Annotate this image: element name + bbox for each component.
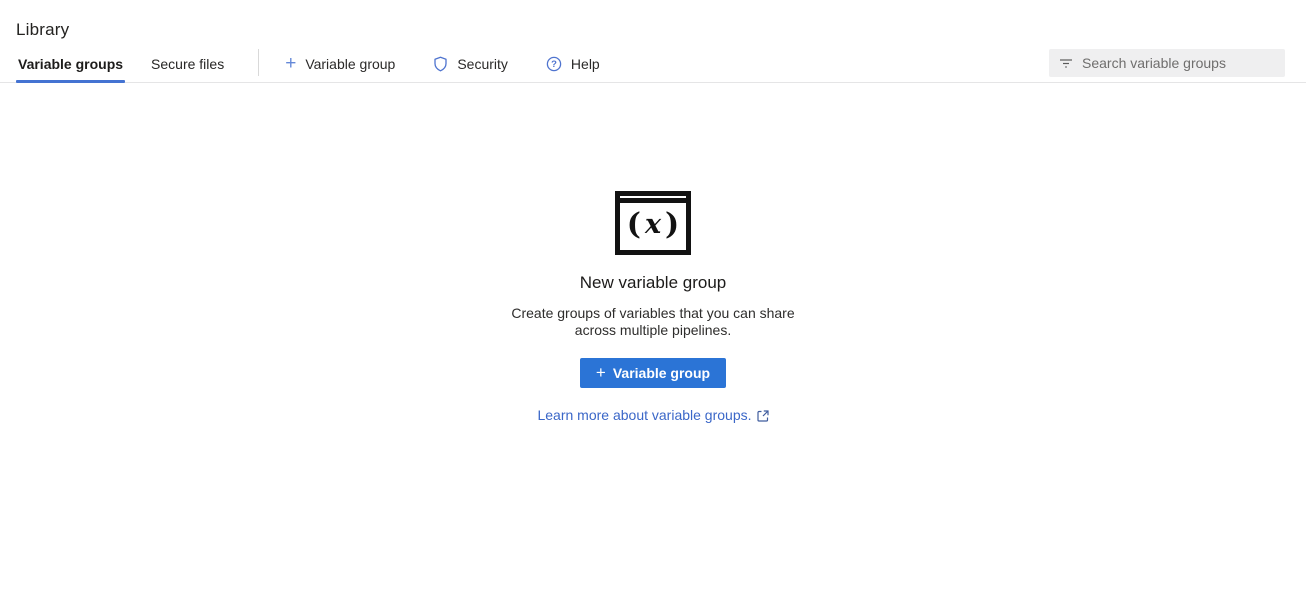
svg-text:?: ? <box>551 59 557 70</box>
variable-group-button-label: Variable group <box>613 365 710 381</box>
plus-icon: + <box>285 54 296 73</box>
plus-icon: + <box>596 364 606 381</box>
variable-group-window-icon: ( x ) <box>615 191 691 255</box>
empty-state-title: New variable group <box>580 273 726 293</box>
new-variable-group-command-label: Variable group <box>305 56 395 72</box>
empty-state-description: Create groups of variables that you can … <box>511 305 794 339</box>
search-box[interactable] <box>1049 49 1285 77</box>
tab-variable-groups[interactable]: Variable groups <box>16 46 125 82</box>
toolbar-divider <box>258 49 259 76</box>
tab-secure-files[interactable]: Secure files <box>149 46 226 82</box>
security-command-label: Security <box>457 56 508 72</box>
shield-icon <box>433 56 448 72</box>
empty-state: ( x ) New variable group Create groups o… <box>493 191 813 423</box>
page-title: Library <box>16 20 1290 40</box>
help-command-label: Help <box>571 56 600 72</box>
main-content: ( x ) New variable group Create groups o… <box>0 83 1306 423</box>
new-variable-group-command[interactable]: + Variable group <box>273 46 407 82</box>
learn-more-link[interactable]: Learn more about variable groups. <box>537 407 751 423</box>
tab-command-bar: Variable groups Secure files + Variable … <box>0 46 1306 83</box>
tab-list: Variable groups Secure files <box>16 46 250 82</box>
external-link-icon <box>757 410 769 422</box>
help-command[interactable]: ? Help <box>534 46 612 82</box>
window-icon-content: ( x ) <box>620 203 686 250</box>
tab-variable-groups-label: Variable groups <box>18 56 123 72</box>
tab-secure-files-label: Secure files <box>151 56 224 72</box>
help-icon: ? <box>546 56 562 72</box>
filter-icon <box>1059 57 1073 69</box>
page-header: Library <box>0 0 1306 46</box>
library-page: Library Variable groups Secure files + V… <box>0 0 1306 601</box>
variable-group-button[interactable]: + Variable group <box>580 358 726 388</box>
learn-more-row: Learn more about variable groups. <box>537 407 768 423</box>
window-icon-titlebar <box>620 196 686 203</box>
security-command[interactable]: Security <box>421 46 520 82</box>
command-toolbar: + Variable group Security ? <box>273 46 626 82</box>
search-input[interactable] <box>1082 55 1275 71</box>
